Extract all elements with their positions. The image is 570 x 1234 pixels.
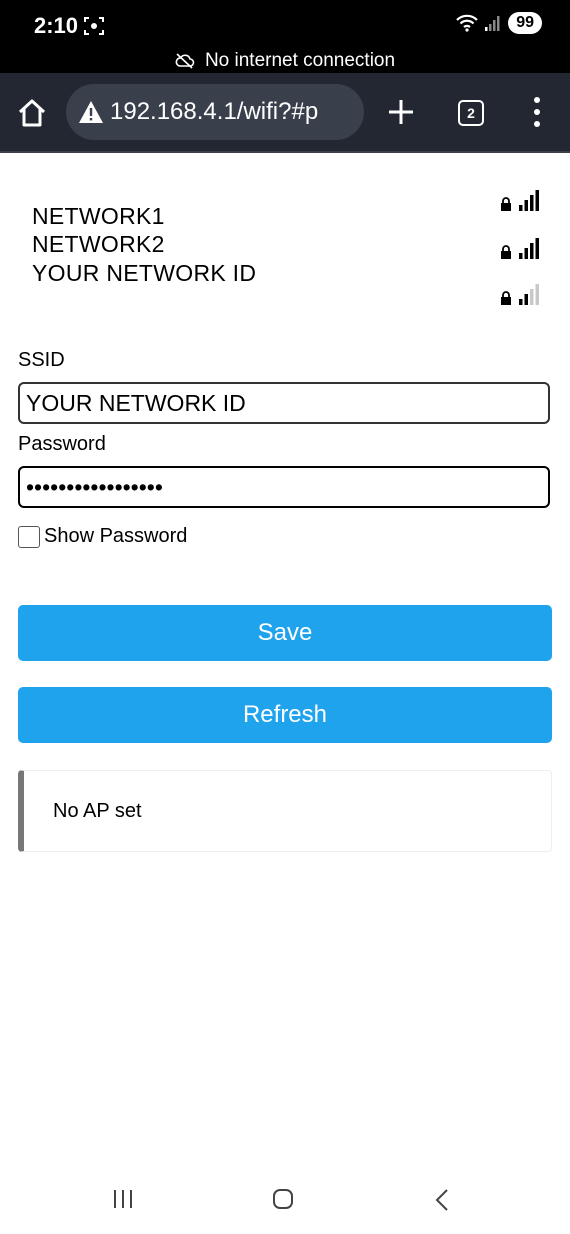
battery-level: 99: [508, 12, 542, 34]
lock-icon: [501, 197, 511, 211]
status-time: 2:10: [34, 13, 79, 38]
tabs-icon[interactable]: 2: [458, 100, 484, 126]
address-bar[interactable]: 192.168.4.1/wifi?#p: [66, 84, 364, 140]
tab-count: 2: [467, 105, 475, 121]
browser-toolbar: 192.168.4.1/wifi?#p 2: [0, 73, 570, 153]
lock-icon: [501, 245, 511, 259]
warning-icon[interactable]: [78, 100, 104, 124]
system-nav-bar: [0, 1160, 570, 1234]
home-nav-icon[interactable]: [272, 1188, 294, 1210]
refresh-button[interactable]: Refresh: [18, 687, 552, 743]
signal-strength-icon: [519, 284, 539, 305]
status-icons: 99: [456, 12, 542, 34]
password-label: Password: [18, 433, 106, 455]
show-password-label[interactable]: Show Password: [44, 525, 187, 548]
save-button[interactable]: Save: [18, 605, 552, 661]
screen-record-icon: [84, 17, 104, 35]
wifi-icon: [456, 14, 478, 32]
home-icon[interactable]: [16, 97, 48, 129]
network-item-1[interactable]: NETWORK1: [32, 203, 165, 230]
show-password-checkbox[interactable]: [18, 525, 40, 548]
ssid-input[interactable]: [18, 382, 550, 424]
offline-banner: No internet connection: [0, 48, 570, 73]
address-text[interactable]: 192.168.4.1/wifi?#p: [110, 98, 318, 126]
cloud-off-icon: [175, 52, 195, 69]
network-3-icons: [500, 283, 540, 305]
password-input[interactable]: [18, 466, 550, 508]
network-1-icons: [500, 189, 540, 211]
status-message: No AP set: [18, 770, 552, 852]
network-2-icons: [500, 237, 540, 259]
back-icon[interactable]: [434, 1188, 450, 1212]
status-bar: 2:10 99: [0, 0, 570, 48]
signal-strength-icon: [519, 238, 539, 259]
offline-text: No internet connection: [204, 49, 396, 71]
ssid-label: SSID: [18, 349, 65, 371]
signal-strength-icon: [519, 190, 539, 211]
plus-icon[interactable]: [386, 97, 416, 127]
cell-signal-icon: [485, 16, 500, 31]
recent-apps-icon[interactable]: [112, 1188, 134, 1210]
network-item-2[interactable]: NETWORK2: [32, 231, 165, 258]
lock-icon: [501, 291, 511, 305]
network-item-3[interactable]: YOUR NETWORK ID: [32, 260, 256, 287]
status-message-text: No AP set: [53, 799, 142, 822]
show-password-row[interactable]: Show Password: [18, 525, 187, 548]
more-vert-icon[interactable]: [530, 95, 544, 129]
network-list: NETWORK1 NETWORK2 YOUR NETWORK ID: [0, 153, 570, 313]
